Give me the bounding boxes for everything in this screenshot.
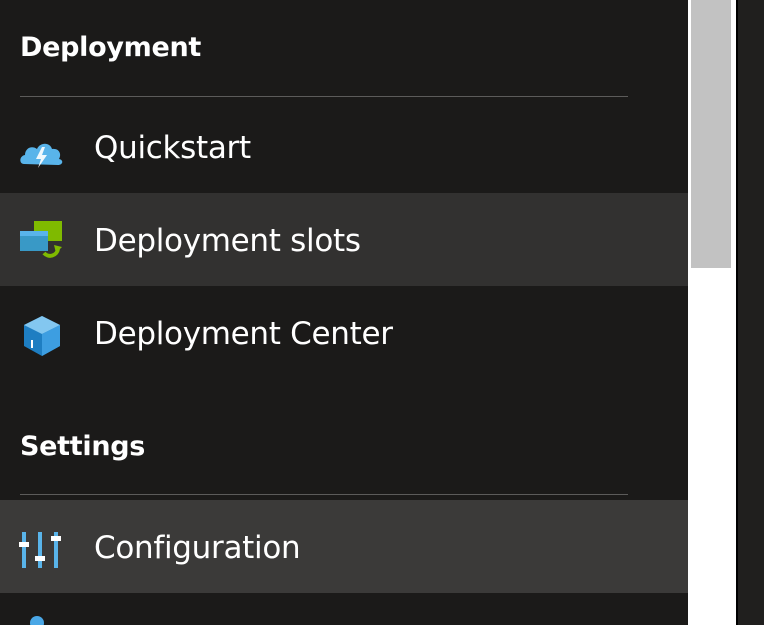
- sidebar-item-label: Deployment slots: [94, 223, 361, 259]
- sidebar-item-configuration[interactable]: Configuration: [0, 500, 688, 593]
- section-divider: [20, 494, 628, 495]
- scrollbar-thumb[interactable]: [691, 0, 731, 268]
- partial-next-item-icon: [30, 616, 44, 625]
- sidebar-item-label: Quickstart: [94, 130, 251, 166]
- cloud-lightning-icon: [18, 132, 66, 176]
- deployment-center-cube-icon: [18, 314, 66, 358]
- sidebar-item-label: Deployment Center: [94, 316, 393, 352]
- configuration-sliders-icon: [18, 528, 66, 572]
- sidebar-item-quickstart[interactable]: Quickstart: [0, 106, 688, 199]
- section-header-deployment: Deployment: [20, 32, 202, 63]
- deployment-slots-icon: [18, 219, 66, 263]
- section-header-settings: Settings: [20, 431, 146, 462]
- section-divider: [20, 96, 628, 97]
- sidebar-item-deployment-slots[interactable]: Deployment slots: [0, 193, 688, 286]
- pane-border: [736, 0, 738, 625]
- sidebar-menu: Deployment Quickstart Deployment slots D…: [0, 0, 688, 625]
- content-pane-edge: [736, 0, 764, 625]
- sidebar-item-deployment-center[interactable]: Deployment Center: [0, 288, 688, 381]
- sidebar-item-label: Configuration: [94, 530, 301, 566]
